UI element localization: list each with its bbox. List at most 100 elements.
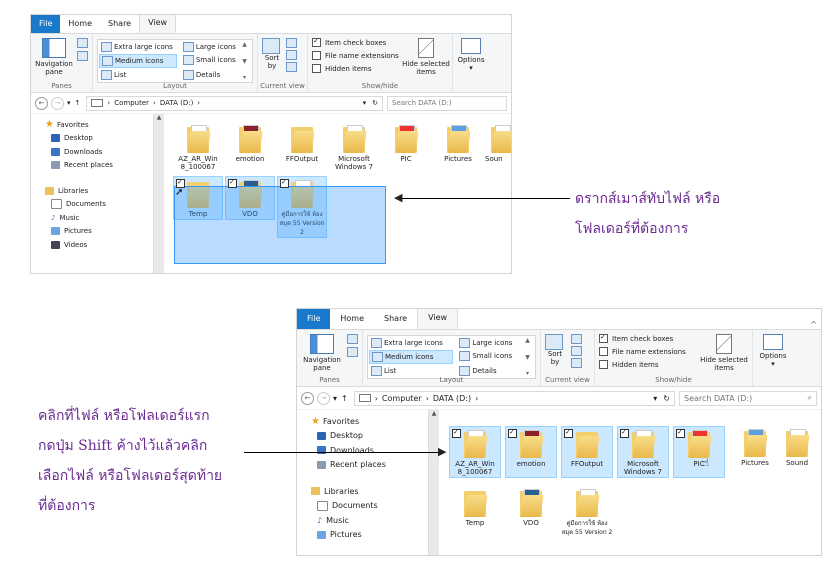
address-dropdown-icon[interactable]: ▾ xyxy=(653,394,657,403)
nav-desktop[interactable]: Desktop xyxy=(31,132,151,146)
item-check-boxes-option[interactable]: Item check boxes xyxy=(312,38,399,47)
hide-selected-button[interactable]: Hide selected items xyxy=(402,38,450,76)
add-columns-icon[interactable] xyxy=(571,346,584,356)
recent-locations-icon[interactable]: ▾ xyxy=(67,99,71,107)
folder-item[interactable]: Microsoft Windows 7 xyxy=(329,122,379,171)
preview-pane-icon[interactable] xyxy=(77,38,90,48)
hidden-items-option[interactable]: Hidden items xyxy=(312,64,399,73)
nav-libraries[interactable]: Libraries xyxy=(297,484,427,499)
back-button[interactable]: ← xyxy=(301,391,314,405)
nav-desktop[interactable]: Desktop xyxy=(297,429,427,444)
file-name-extensions-option[interactable]: File name extensions xyxy=(599,347,686,356)
folder-item[interactable]: PIC xyxy=(381,122,431,163)
navigation-pane-button[interactable]: Navigation pane xyxy=(34,38,74,76)
nav-pictures[interactable]: Pictures xyxy=(31,225,151,239)
nav-pictures[interactable]: Pictures xyxy=(297,528,427,543)
tab-file[interactable]: File xyxy=(31,15,61,33)
file-name-extensions-checkbox[interactable] xyxy=(599,347,608,356)
nav-documents[interactable]: Documents xyxy=(31,198,151,212)
group-by-icon[interactable] xyxy=(571,334,584,344)
folder-item[interactable]: FFOutput xyxy=(277,122,327,163)
nav-favorites[interactable]: ★ Favorites xyxy=(297,414,427,429)
tab-share[interactable]: Share xyxy=(374,309,417,329)
add-columns-icon[interactable] xyxy=(286,50,299,60)
folder-item[interactable]: AZ_AR_Win 8_100067 xyxy=(173,122,223,171)
layout-medium-icons[interactable]: Medium icons xyxy=(99,54,177,68)
nav-scrollbar[interactable]: ▲ xyxy=(428,410,439,555)
tab-file[interactable]: File xyxy=(297,309,331,329)
layout-extra-large-icons[interactable]: Extra large icons xyxy=(369,337,453,349)
layout-large-icons[interactable]: Large icons xyxy=(181,41,240,53)
item-check-boxes-checkbox[interactable] xyxy=(312,38,321,47)
layout-small-icons[interactable]: Small icons xyxy=(181,54,240,68)
details-pane-icon[interactable] xyxy=(77,51,90,61)
folder-item[interactable]: คู่มือการใช้ ห้องสมุด 55 Version 2 xyxy=(561,486,613,537)
nav-music[interactable]: ♪ Music xyxy=(31,211,151,225)
search-input[interactable]: Search DATA (D:) xyxy=(387,95,507,111)
forward-button[interactable]: → xyxy=(51,96,64,110)
hidden-items-checkbox[interactable] xyxy=(312,64,321,73)
sort-by-button[interactable]: Sort by xyxy=(261,38,283,70)
size-columns-icon[interactable] xyxy=(286,62,299,72)
refresh-icon[interactable]: ↻ xyxy=(663,394,670,403)
folder-item[interactable]: VDO xyxy=(505,486,557,527)
nav-recent-places[interactable]: Recent places xyxy=(31,159,151,173)
tab-view[interactable]: View xyxy=(139,15,177,33)
up-button[interactable]: ↑ xyxy=(341,394,348,403)
details-pane-icon[interactable] xyxy=(347,347,360,357)
item-checkbox[interactable] xyxy=(676,429,685,438)
options-button[interactable]: Options ▾ xyxy=(756,334,790,368)
item-checkbox[interactable] xyxy=(228,179,237,188)
search-input[interactable]: Search DATA (D:) ⌕ xyxy=(679,390,817,406)
item-checkbox[interactable] xyxy=(564,429,573,438)
folder-item[interactable]: Pictures xyxy=(433,122,483,163)
file-name-extensions-checkbox[interactable] xyxy=(312,51,321,60)
address-box[interactable]: › Computer › DATA (D:) › ▾ ↻ xyxy=(353,390,675,406)
breadcrumb-computer[interactable]: Computer xyxy=(382,394,422,403)
address-box[interactable]: › Computer › DATA (D:) › ▾ ↻ xyxy=(86,95,383,111)
item-check-boxes-checkbox[interactable] xyxy=(599,334,608,343)
back-button[interactable]: ← xyxy=(35,96,48,110)
up-button[interactable]: ↑ xyxy=(75,99,81,107)
item-checkbox[interactable] xyxy=(280,179,289,188)
tab-share[interactable]: Share xyxy=(100,15,139,33)
layout-gallery-scroll[interactable]: ▲ ▼ ▾ xyxy=(521,336,534,378)
breadcrumb-data-d[interactable]: DATA (D:) xyxy=(160,99,193,107)
breadcrumb-computer[interactable]: Computer xyxy=(114,99,149,107)
forward-button[interactable]: → xyxy=(317,391,330,405)
nav-videos[interactable]: Videos xyxy=(31,238,151,252)
folder-item[interactable]: PIC xyxy=(673,426,725,478)
nav-favorites[interactable]: ★ Favorites xyxy=(31,118,151,132)
folder-item[interactable]: Microsoft Windows 7 xyxy=(617,426,669,478)
layout-small-icons[interactable]: Small icons xyxy=(457,350,523,364)
breadcrumb-data-d[interactable]: DATA (D:) xyxy=(433,394,471,403)
layout-medium-icons[interactable]: Medium icons xyxy=(369,350,454,364)
folder-item[interactable]: Pictures xyxy=(729,426,781,467)
layout-extra-large-icons[interactable]: Extra large icons xyxy=(99,41,177,53)
ribbon-collapse-icon[interactable]: ^ xyxy=(806,320,821,329)
options-button[interactable]: Options ▾ xyxy=(455,38,487,72)
nav-downloads[interactable]: Downloads xyxy=(31,145,151,159)
item-checkbox[interactable] xyxy=(508,429,517,438)
file-name-extensions-option[interactable]: File name extensions xyxy=(312,51,399,60)
layout-list-view[interactable]: List xyxy=(99,69,177,81)
hidden-items-option[interactable]: Hidden items xyxy=(599,360,686,369)
folder-item[interactable]: Temp xyxy=(449,486,501,527)
hide-selected-button[interactable]: Hide selected items xyxy=(699,334,749,372)
tab-view[interactable]: View xyxy=(417,309,459,329)
item-checkbox[interactable] xyxy=(620,429,629,438)
nav-scrollbar[interactable]: ▲ xyxy=(153,114,164,273)
folder-item[interactable]: FFOutput xyxy=(561,426,613,478)
layout-gallery-scroll[interactable]: ▲ ▼ ▾ xyxy=(238,40,251,82)
nav-recent-places[interactable]: Recent places xyxy=(297,458,427,473)
preview-pane-icon[interactable] xyxy=(347,334,360,344)
nav-documents[interactable]: Documents xyxy=(297,499,427,514)
tab-home[interactable]: Home xyxy=(330,309,374,329)
refresh-icon[interactable]: ↻ xyxy=(372,99,378,107)
group-by-icon[interactable] xyxy=(286,38,299,48)
folder-item[interactable]: Soun xyxy=(485,122,511,163)
navigation-pane-button[interactable]: Navigation pane xyxy=(300,334,344,372)
item-check-boxes-option[interactable]: Item check boxes xyxy=(599,334,686,343)
nav-downloads[interactable]: Downloads xyxy=(297,443,427,458)
nav-libraries[interactable]: Libraries xyxy=(31,184,151,198)
